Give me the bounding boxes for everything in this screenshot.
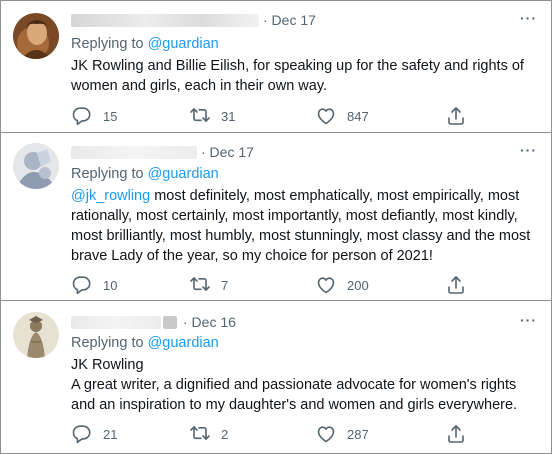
tweet-actions: 21 2 287	[71, 423, 471, 445]
like-count: 200	[347, 277, 369, 293]
reply-icon	[72, 425, 91, 444]
share-icon	[448, 276, 464, 294]
tweet-text: JK Rowling and Billie Eilish, for speaki…	[71, 56, 541, 96]
replying-to-label: Replying to	[71, 335, 144, 351]
share-button[interactable]	[445, 105, 467, 127]
like-button[interactable]: 200	[315, 274, 369, 296]
reply-count: 10	[103, 277, 118, 293]
retweet-button[interactable]: 7	[189, 274, 228, 296]
retweet-count: 7	[221, 277, 229, 293]
share-icon	[448, 425, 464, 443]
more-options-icon[interactable]: ···	[520, 313, 537, 327]
tweet[interactable]: · Dec 17 ··· Replying to @guardian JK Ro…	[0, 0, 552, 133]
retweet-count: 2	[221, 426, 229, 442]
replying-to-label: Replying to	[71, 36, 144, 52]
tweet-body: JK Rowling and Billie Eilish, for speaki…	[71, 58, 524, 94]
tweet-actions: 15 31 847	[71, 105, 471, 127]
replying-to-label: Replying to	[71, 166, 144, 182]
tweet-actions: 10 7 200	[71, 274, 471, 296]
heart-icon	[317, 108, 335, 125]
retweet-icon	[190, 108, 210, 122]
tweet[interactable]: · Dec 16 ··· Replying to @guardian JK Ro…	[0, 300, 552, 454]
retweet-icon	[190, 426, 210, 440]
tweet-date[interactable]: · Dec 17	[263, 12, 316, 28]
avatar[interactable]	[13, 143, 59, 189]
display-name-redacted[interactable]	[71, 14, 259, 27]
tweet-title-line: JK Rowling	[71, 357, 144, 373]
display-name-redacted[interactable]	[163, 316, 177, 329]
mention-link[interactable]: @jk_rowling	[71, 188, 150, 204]
reply-icon	[72, 276, 91, 295]
tweet-text: JK Rowling A great writer, a dignified a…	[71, 355, 541, 415]
like-button[interactable]: 847	[315, 105, 369, 127]
tweet[interactable]: · Dec 17 ··· Replying to @guardian @jk_r…	[0, 132, 552, 301]
avatar[interactable]	[13, 312, 59, 358]
retweet-button[interactable]: 2	[189, 423, 228, 445]
display-name-redacted[interactable]	[71, 146, 197, 159]
heart-icon	[317, 277, 335, 294]
reply-button[interactable]: 15	[71, 105, 117, 127]
share-button[interactable]	[445, 274, 467, 296]
like-count: 847	[347, 108, 369, 124]
reply-button[interactable]: 10	[71, 274, 117, 296]
reply-button[interactable]: 21	[71, 423, 117, 445]
replying-to: Replying to @guardian	[71, 335, 219, 351]
tweet-date[interactable]: · Dec 17	[201, 144, 254, 160]
reply-count: 21	[103, 426, 118, 442]
replying-to: Replying to @guardian	[71, 166, 219, 182]
tweet-date[interactable]: · Dec 16	[183, 314, 236, 330]
replying-to-handle[interactable]: @guardian	[148, 166, 219, 182]
heart-icon	[317, 426, 335, 443]
retweet-icon	[190, 277, 210, 291]
display-name-redacted[interactable]	[71, 316, 161, 329]
share-button[interactable]	[445, 423, 467, 445]
retweet-count: 31	[221, 108, 236, 124]
replying-to: Replying to @guardian	[71, 36, 219, 52]
more-options-icon[interactable]: ···	[520, 143, 537, 157]
like-button[interactable]: 287	[315, 423, 369, 445]
replying-to-handle[interactable]: @guardian	[148, 36, 219, 52]
tweet-body: A great writer, a dignified and passiona…	[71, 377, 518, 413]
reply-icon	[72, 107, 91, 126]
tweet-text: @jk_rowling most definitely, most emphat…	[71, 186, 541, 266]
replying-to-handle[interactable]: @guardian	[148, 335, 219, 351]
share-icon	[448, 107, 464, 125]
retweet-button[interactable]: 31	[189, 105, 235, 127]
like-count: 287	[347, 426, 369, 442]
avatar[interactable]	[13, 13, 59, 59]
reply-count: 15	[103, 108, 118, 124]
more-options-icon[interactable]: ···	[520, 11, 537, 25]
